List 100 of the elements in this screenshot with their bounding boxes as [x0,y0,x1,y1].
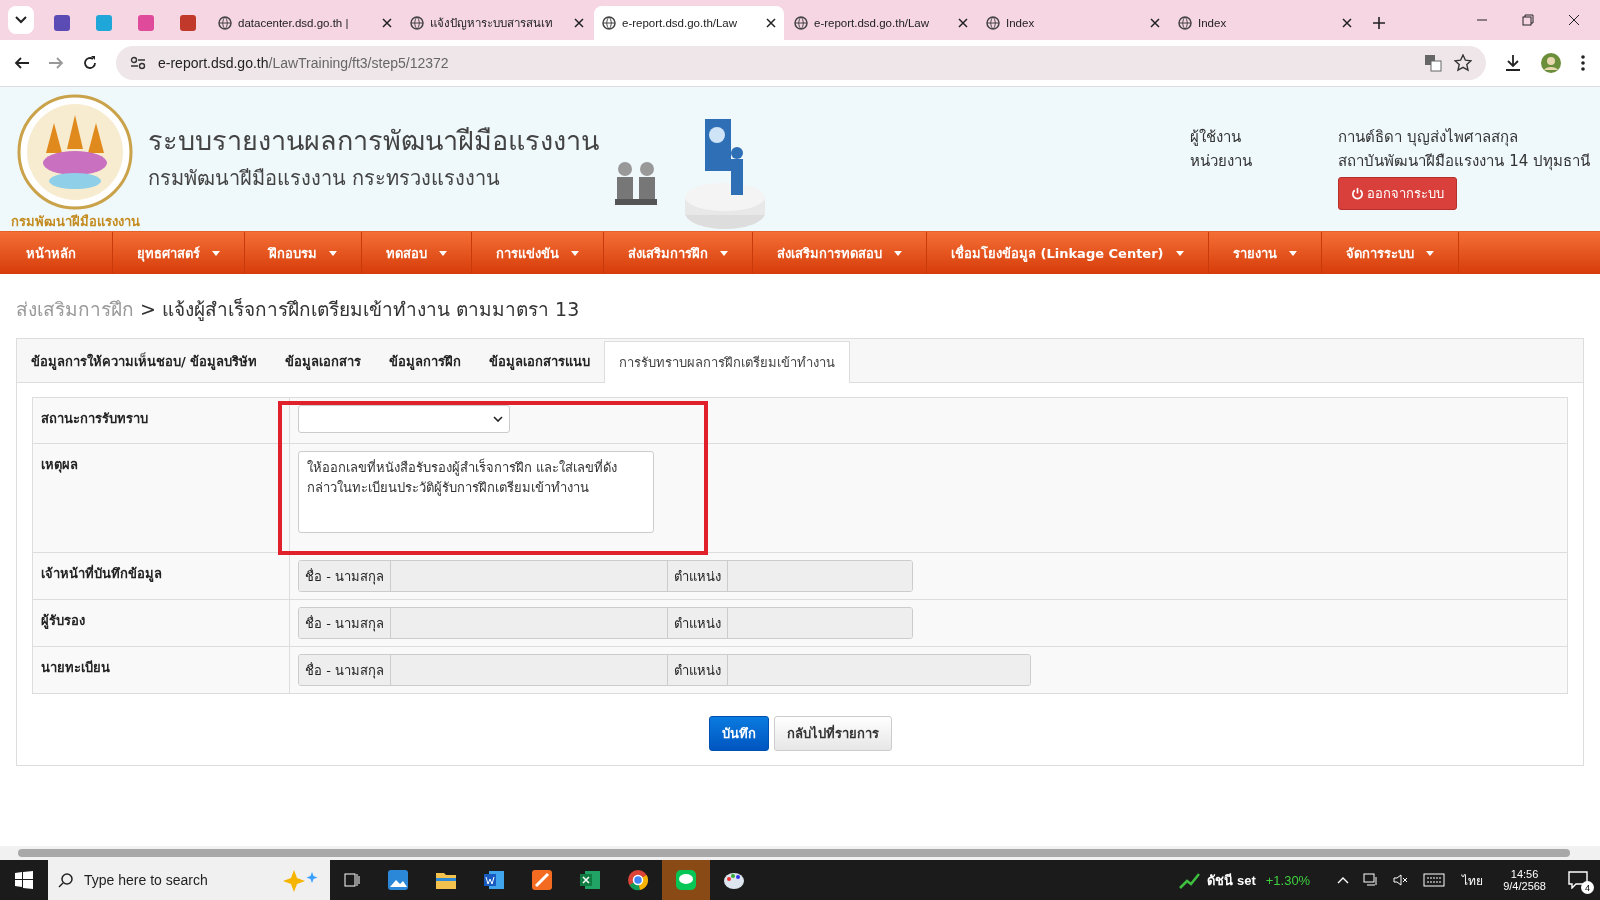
folder-icon[interactable] [435,870,457,890]
caret-icon [1175,250,1184,256]
field-label: ผู้รับรอง [33,600,290,646]
network-icon[interactable] [1363,873,1380,887]
globe-icon [410,16,424,30]
reload-icon[interactable] [82,55,98,71]
save-button[interactable]: บันทึก [708,716,769,751]
globe-icon [1178,16,1192,30]
avatar-icon[interactable] [1540,52,1562,74]
nav-menu-item[interactable]: ยุทธศาสตร์ [113,232,245,274]
address-bar[interactable]: e-report.dsd.go.th/LawTraining/ft3/step5/12372 [116,46,1486,80]
caret-icon [571,250,579,256]
field-label: เหตุผล [33,444,290,552]
site-title: ระบบรายงานผลการพัฒนาฝีมือแรงงาน [148,124,599,158]
download-icon[interactable] [1504,54,1522,72]
star-icon[interactable] [1454,54,1472,72]
chrome-icon[interactable] [627,869,649,891]
forward-icon[interactable] [48,55,64,71]
windows-start-icon[interactable] [15,871,33,889]
user-field-label: หน่วยงาน [1190,151,1254,172]
reason-textarea[interactable]: ให้ออกเลขที่หนังสือรับรองผู้สำเร็จการฝึก และใส่เลขที่ดังกล่าวในทะเบียนประวัติผู้รับการฝึกเตรียมเข้าทำงาน [298,451,654,533]
browser-tab[interactable]: แจ้งปัญหาระบบสารสนเท [402,6,592,40]
section-tab[interactable]: ข้อมูลเอกสาร [271,341,376,382]
scrollbar-thumb[interactable] [18,849,1570,857]
nav-menu-item[interactable]: การแข่งขัน [472,232,604,274]
new-tab-icon[interactable] [1372,16,1386,30]
line-app-icon[interactable] [662,860,710,900]
browser-tab[interactable]: e-report.dsd.go.th/Law [786,6,976,40]
close-icon[interactable] [574,18,584,28]
pen-app-icon[interactable] [531,869,553,891]
keyboard-icon[interactable] [1423,873,1446,887]
nav-menu-item[interactable]: เชื่อมโยงข้อมูล (Linkage Center) [927,232,1209,274]
tab-search-button[interactable] [8,6,34,34]
emblem-icon [16,93,134,211]
word-app-icon[interactable] [483,869,505,891]
search-icon [58,872,74,888]
clock-time: 14:56 [1510,868,1539,880]
user-field-label: ผู้ใช้งาน [1190,127,1243,148]
caret-icon [15,16,27,24]
caret-icon [439,250,447,256]
translate-icon[interactable] [1424,54,1442,72]
notification-icon[interactable] [1568,871,1588,889]
caret-icon [212,250,220,256]
logout-button[interactable]: ออกจากระบบ [1338,177,1458,210]
section-tab[interactable]: ข้อมูลเอกสารแนบ [475,341,605,382]
section-tab[interactable]: ข้อมูลการให้ความเห็นชอบ/ ข้อมูลบริษัท [17,341,272,382]
notification-badge: 4 [1581,881,1594,894]
user-field-value: สถาบันพัฒนาฝีมือแรงงาน 14 ปทุมธานี [1338,151,1590,173]
close-icon[interactable] [1342,18,1352,28]
browser-tab[interactable]: e-report.dsd.go.th/Law [594,6,784,40]
nav-menu-item[interactable]: ส่งเสริมการฝึก [604,232,753,274]
task-view-icon[interactable] [343,871,361,889]
field-label: สถานะการรับทราบ [33,398,290,443]
site-settings-icon[interactable] [130,56,146,70]
nav-menu-item[interactable]: ส่งเสริมการทดสอบ [753,232,927,274]
nav-menu-item[interactable]: หน้าหลัก [0,232,113,274]
close-icon[interactable] [766,18,776,28]
caret-icon [329,250,337,256]
close-icon[interactable] [958,18,968,28]
url-text: e-report.dsd.go.th/LawTraining/ft3/step5/12372 [158,55,449,71]
page-title: > แจ้งผู้สำเร็จการฝึกเตรียมเข้าทำงาน ตามมาตรา 13 [140,297,580,323]
speaker-muted-icon[interactable] [1393,873,1410,887]
nav-menu-item[interactable]: ฝึกอบรม [245,232,362,274]
stock-name: ดัชนี set [1207,871,1256,890]
menu-icon[interactable] [1580,54,1586,72]
site-subtitle: กรมพัฒนาฝีมือแรงงาน กระทรวงแรงงาน [148,165,502,192]
caret-icon [1288,250,1297,256]
field-label: เจ้าหน้าที่บันทึกข้อมูล [33,553,290,599]
chevron-up-icon[interactable] [1337,876,1350,884]
back-button[interactable]: กลับไปที่รายการ [773,716,892,751]
browser-tab[interactable]: Index [1170,6,1360,40]
clock-date: 9/4/2568 [1503,880,1546,892]
caret-icon [1425,250,1434,256]
close-icon[interactable] [1150,18,1160,28]
close-icon[interactable] [1568,14,1580,26]
browser-tab[interactable]: Index [978,6,1168,40]
section-tab[interactable]: การรับทราบผลการฝึกเตรียมเข้าทำงาน [604,341,851,383]
stock-change: +1.30% [1265,872,1311,888]
nav-menu-item[interactable]: รายงาน [1208,232,1322,274]
globe-icon [794,16,808,30]
language-indicator[interactable]: ไทย [1462,870,1484,890]
power-icon [1351,187,1365,200]
excel-app-icon[interactable] [579,869,601,891]
globe-icon [218,16,232,30]
field-label: นายทะเบียน [33,647,290,693]
nav-menu-item[interactable]: ทดสอบ [362,232,472,274]
browser-tab[interactable]: datacenter.dsd.go.th | [210,6,400,40]
back-icon[interactable] [14,55,30,71]
nav-menu-item[interactable]: จัดการระบบ [1321,232,1459,274]
photos-app-icon[interactable] [387,869,409,891]
section-tab[interactable]: ข้อมูลการฝึก [375,341,476,382]
restore-icon[interactable] [1522,14,1534,26]
logo-caption: กรมพัฒนาฝีมือแรงงาน [10,213,140,231]
search-field[interactable]: Type here to search [48,860,330,900]
globe-icon [602,16,616,30]
chevron-down-icon [493,416,503,422]
globe-icon [986,16,1000,30]
caret-icon [720,250,728,256]
close-icon[interactable] [382,18,392,28]
user-field-value: กานต์ธิดา บุญส่งไพศาลสกุล [1338,127,1520,149]
